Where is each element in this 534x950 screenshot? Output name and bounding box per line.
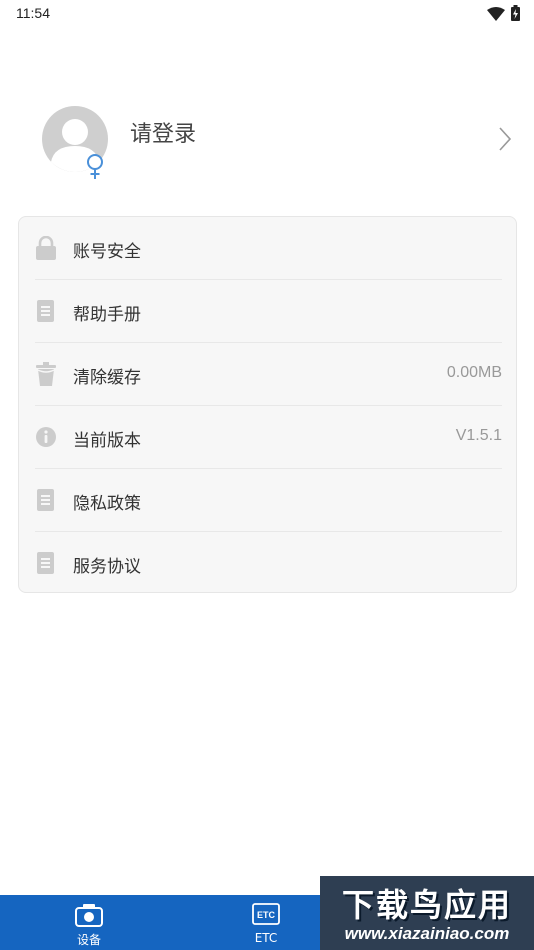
menu-item-label: 账号安全 — [73, 242, 141, 262]
menu-item-label: 隐私政策 — [73, 494, 141, 514]
profile-header[interactable]: 请登录 — [0, 96, 534, 186]
watermark-url: www.xiazainiao.com — [344, 924, 510, 943]
version-value: V1.5.1 — [455, 427, 502, 444]
menu-item-label: 当前版本 — [73, 431, 141, 451]
tab-label: ETC — [254, 931, 278, 945]
watermark: 下载鸟应用 www.xiazainiao.com — [320, 876, 534, 950]
menu-item-privacy-policy[interactable]: 隐私政策 — [19, 469, 518, 532]
status-bar: 11:54 — [0, 0, 534, 28]
document-icon — [35, 299, 57, 323]
menu-item-label: 服务协议 — [73, 557, 141, 577]
wifi-icon — [487, 6, 505, 25]
menu-item-clear-cache[interactable]: 清除缓存 0.00MB — [19, 343, 518, 406]
chevron-right-icon[interactable] — [498, 126, 512, 156]
tab-label: 设备 — [76, 933, 101, 947]
menu-item-label: 帮助手册 — [73, 305, 141, 325]
avatar[interactable] — [42, 106, 108, 179]
menu-item-help-manual[interactable]: 帮助手册 — [19, 280, 518, 343]
menu-item-current-version[interactable]: 当前版本 V1.5.1 — [19, 406, 518, 469]
svg-text:ETC: ETC — [257, 910, 276, 920]
menu-item-service-agreement[interactable]: 服务协议 — [19, 532, 518, 595]
login-prompt[interactable]: 请登录 — [130, 116, 196, 148]
device-camera-icon — [75, 903, 103, 931]
female-gender-icon — [86, 154, 104, 184]
cache-size-value: 0.00MB — [446, 364, 502, 381]
menu-item-label: 清除缓存 — [73, 368, 141, 388]
etc-card-icon: ETC — [252, 903, 280, 929]
document-icon — [35, 488, 57, 512]
lock-icon — [35, 235, 57, 260]
document-icon — [35, 551, 57, 575]
trash-icon — [35, 362, 57, 386]
tab-device[interactable]: 设备 — [44, 895, 134, 950]
watermark-title: 下载鸟应用 — [341, 886, 512, 924]
status-icons — [487, 5, 520, 25]
status-time: 11:54 — [16, 5, 50, 21]
tab-etc[interactable]: ETC ETC — [221, 895, 311, 950]
battery-charging-icon — [511, 5, 520, 25]
menu-item-account-security[interactable]: 账号安全 — [19, 217, 518, 280]
settings-card: 账号安全 帮助手册 清除缓存 0.00MB 当前版本 V1.5.1 隐私政策 服… — [18, 216, 517, 593]
info-icon — [35, 425, 57, 449]
